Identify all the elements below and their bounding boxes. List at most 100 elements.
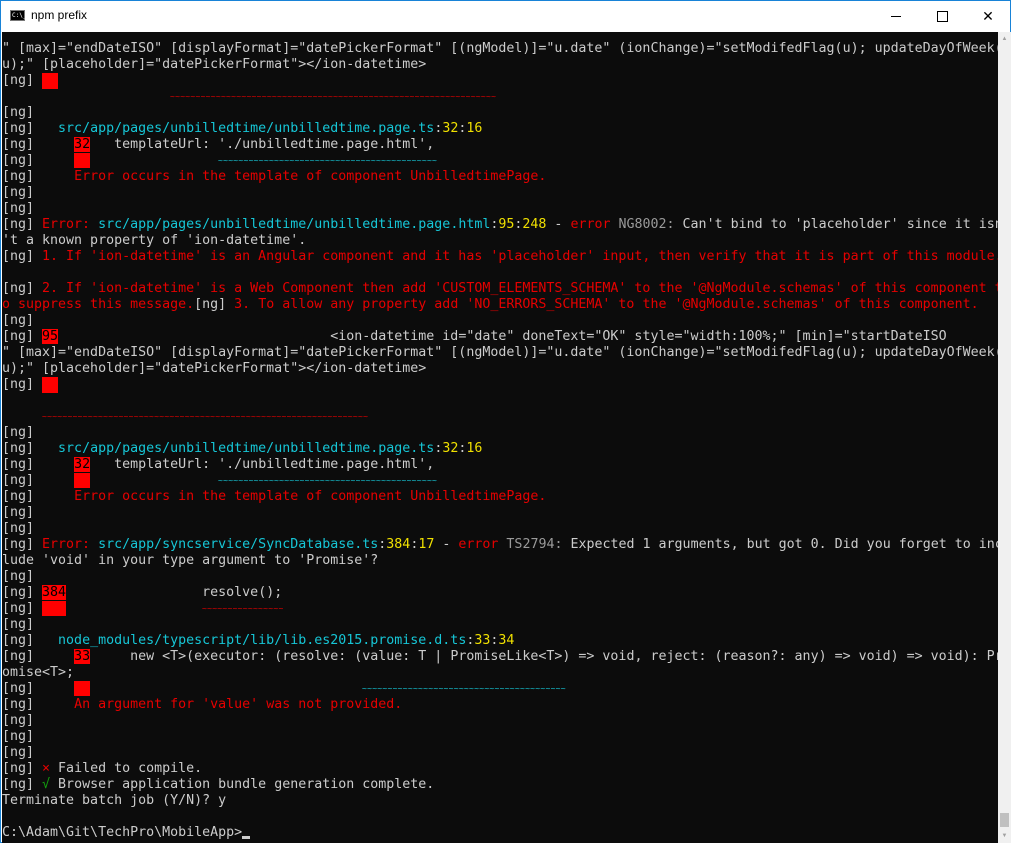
terminal-line: [ng] 32 templateUrl: './unbilledtime.pag… — [2, 457, 998, 473]
terminal-line: ~~~~~~~~~~~~~~~~~~~~~~~~~~~~~~~~~~~~~~~~… — [2, 409, 998, 425]
terminal-line: [ng] — [2, 569, 998, 585]
terminal-line: 't a known property of 'ion-datetime'. — [2, 233, 998, 249]
terminal-line: [ng] — [2, 713, 998, 729]
terminal-text: 95 — [498, 217, 515, 232]
terminal-line: [ng] src/app/pages/unbilledtime/unbilled… — [2, 441, 998, 457]
terminal-text: An argument for 'value' was not provided… — [74, 697, 403, 712]
line-number-highlight — [74, 681, 91, 696]
terminal-text: Expected 1 arguments, but got 0. Did you… — [570, 537, 998, 552]
terminal-text: [ng] — [2, 217, 43, 232]
terminal-text: 16 — [466, 441, 483, 456]
terminal-text: src/app/pages/unbilledtime/unbilledtime.… — [98, 217, 491, 232]
terminal-line: [ng] — [2, 505, 998, 521]
terminal-text: Terminate batch job (Y/N)? y — [2, 793, 227, 808]
maximize-button[interactable] — [919, 1, 965, 32]
terminal-text: [ng] — [2, 377, 43, 392]
maximize-icon — [936, 11, 948, 22]
text-cursor — [242, 836, 251, 839]
terminal-text: [ng] — [2, 617, 35, 632]
terminal-text: [ng] — [2, 457, 75, 472]
terminal-text: [ng] — [2, 249, 43, 264]
terminal-line: lude 'void' in your type argument to 'Pr… — [2, 553, 998, 569]
title-bar[interactable]: C:\_ npm prefix ✕ — [1, 1, 1010, 32]
terminal-text: 33 — [474, 633, 491, 648]
terminal-text: resolve(); — [66, 585, 283, 600]
terminal-text: √ — [42, 777, 51, 792]
terminal-text: Browser application bundle generation co… — [50, 777, 435, 792]
terminal-text: " [max]="endDateISO" [displayFormat]="da… — [2, 345, 998, 360]
terminal-line: [ng] 95 <ion-datetime id="date" doneText… — [2, 329, 998, 345]
terminal-text: src/app/syncservice/SyncDatabase.ts — [98, 537, 379, 552]
minimize-button[interactable] — [873, 1, 919, 32]
terminal-text: [ng] — [2, 169, 75, 184]
terminal-text: [ng] — [2, 105, 35, 120]
terminal-text: [ng] — [2, 329, 43, 344]
terminal-line: [ng] — [2, 105, 998, 121]
terminal-line: [ng] 384 resolve(); — [2, 585, 998, 601]
terminal-line: [ng] — [2, 617, 998, 633]
terminal-text: [ng] — [194, 297, 235, 312]
vertical-scrollbar[interactable]: ▲ ▼ — [998, 32, 1011, 843]
line-number-highlight: 95 — [42, 329, 59, 344]
terminal-line: [ng] 32 templateUrl: './unbilledtime.pag… — [2, 137, 998, 153]
minimize-icon — [891, 16, 901, 17]
scroll-down-arrow-icon[interactable]: ▼ — [998, 829, 1011, 843]
terminal-text: templateUrl: './unbilledtime.page.html', — [90, 137, 435, 152]
terminal-text: omise<T>; — [2, 665, 75, 680]
error-underline-squiggle: ~~~~~~~~~~~~~~~~~~~~~~~~~~~~~~~~~~~~~~~~ — [362, 684, 566, 693]
error-underline-squiggle: ~~~~~~~~~~~~~~~~ — [202, 604, 284, 613]
terminal-text: Error occurs in the template of componen… — [74, 169, 547, 184]
scroll-up-arrow-icon[interactable]: ▲ — [998, 32, 1011, 46]
terminal-line: [ng] ~~~~~~~~~~~~~~~~~~~~~~~~~~~~~~~~~~~… — [2, 473, 998, 489]
terminal-text: [ng] — [2, 137, 75, 152]
terminal-text: Error: — [42, 217, 99, 232]
close-icon: ✕ — [982, 8, 994, 24]
terminal-text: 16 — [466, 121, 483, 136]
terminal-line: u);" [placeholder]="datePickerFormat"></… — [2, 361, 998, 377]
terminal-text: 248 — [522, 217, 547, 232]
terminal-text: lude 'void' in your type argument to 'Pr… — [2, 553, 379, 568]
line-number-highlight: 32 — [74, 457, 91, 472]
terminal-line: omise<T>; — [2, 665, 998, 681]
terminal-line: [ng] An argument for 'value' was not pro… — [2, 697, 998, 713]
terminal-text: new <T>(executor: (resolve: (value: T | … — [90, 649, 998, 664]
terminal-text: [ng] — [2, 569, 35, 584]
terminal-text: [ng] — [2, 585, 43, 600]
terminal-line: u);" [placeholder]="datePickerFormat"></… — [2, 57, 998, 73]
terminal-line: [ng] Error occurs in the template of com… — [2, 169, 998, 185]
terminal-text: 384 — [386, 537, 411, 552]
terminal-output[interactable]: " [max]="endDateISO" [displayFormat]="da… — [2, 32, 998, 843]
terminal-line: [ng] — [2, 521, 998, 537]
terminal-text: 1. If 'ion-datetime' is an Angular compo… — [42, 249, 998, 264]
terminal-text: [ng] — [2, 649, 75, 664]
terminal-line: [ng] — [2, 73, 998, 89]
terminal-text: Can't bind to 'placeholder' since it isn — [682, 217, 998, 232]
terminal-text: [ng] — [2, 489, 75, 504]
terminal-text: u);" [placeholder]="datePickerFormat"></… — [2, 361, 427, 376]
terminal-line: Terminate batch job (Y/N)? y — [2, 793, 998, 809]
terminal-text: [ng] — [2, 313, 35, 328]
terminal-text: [ng] — [2, 441, 59, 456]
close-button[interactable]: ✕ — [965, 1, 1011, 32]
terminal-line: " [max]="endDateISO" [displayFormat]="da… — [2, 345, 998, 361]
line-number-highlight — [74, 473, 91, 488]
terminal-text: [ng] — [2, 505, 35, 520]
terminal-text: [ng] — [2, 425, 35, 440]
terminal-text: [ng] — [2, 121, 59, 136]
console-window: C:\_ npm prefix ✕ " [max]="endDateISO" [… — [0, 0, 1011, 843]
terminal-text: [ng] — [2, 601, 43, 616]
error-underline-squiggle: ~~~~~~~~~~~~~~~~~~~~~~~~~~~~~~~~~~~~~~~~… — [42, 412, 369, 421]
terminal-text: 17 — [418, 537, 435, 552]
terminal-line: [ng] Error: src/app/syncservice/SyncData… — [2, 537, 998, 553]
terminal-line: [ng] — [2, 377, 998, 393]
terminal-line: [ng] ~~~~~~~~~~~~~~~~ — [2, 601, 998, 617]
line-number-highlight — [42, 601, 67, 616]
terminal-line: [ng] — [2, 745, 998, 761]
terminal-text: src/app/pages/unbilledtime/unbilledtime.… — [58, 121, 435, 136]
terminal-text: [ng] — [2, 729, 35, 744]
error-underline-squiggle: ~~~~~~~~~~~~~~~~~~~~~~~~~~~~~~~~~~~~~~~~… — [218, 156, 438, 165]
terminal-text: [ng] — [2, 281, 43, 296]
terminal-text: 2. If 'ion-datetime' is a Web Component … — [42, 281, 998, 296]
terminal-text: error — [570, 217, 611, 232]
scroll-thumb[interactable] — [1000, 813, 1009, 827]
